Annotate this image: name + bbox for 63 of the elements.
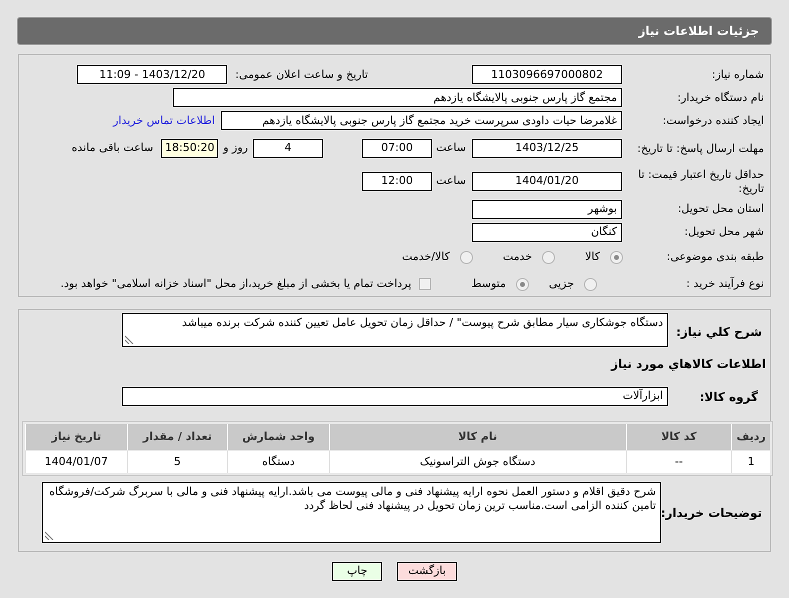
- table-cell: 1: [731, 451, 770, 473]
- field-label: ایجاد کننده درخواست:: [662, 114, 764, 128]
- radio-label: کالا/خدمت: [402, 248, 450, 265]
- resize-grip-icon[interactable]: [125, 335, 134, 344]
- countdown-field: 18:50:20: [161, 139, 218, 158]
- radio-label: کالا: [585, 248, 600, 265]
- field-label: طبقه بندی موضوعی:: [666, 250, 764, 264]
- input-field: ابزارآلات: [122, 387, 668, 406]
- column-header: کد کالا: [626, 424, 732, 450]
- field-label: حداقل تاریخ اعتبار قیمت: تا تاریخ:: [637, 168, 764, 196]
- field-label: مهلت ارسال پاسخ: تا تاریخ:: [636, 142, 764, 156]
- table-cell: --: [626, 451, 732, 473]
- input-field: 4: [253, 139, 323, 158]
- section-label: گروه کالا:: [698, 388, 758, 406]
- section-title: اطلاعات کالاهاي مورد نیاز: [610, 356, 767, 373]
- field-label: تاریخ و ساعت اعلان عمومی:: [235, 68, 368, 81]
- resize-grip-icon[interactable]: [45, 531, 54, 540]
- table-cell: 1404/01/07: [25, 451, 127, 473]
- input-field: 12:00: [362, 172, 432, 191]
- input-field: بوشهر: [472, 200, 622, 219]
- field-label: شماره نیاز:: [710, 68, 764, 82]
- section-label: توضیحات خریدار:: [661, 504, 762, 522]
- column-header: تاریخ نیاز: [25, 424, 127, 450]
- column-header: واحد شمارش: [227, 424, 329, 450]
- input-field: کنگان: [472, 222, 622, 242]
- radio-button[interactable]: [610, 250, 623, 264]
- input-field: غلامرضا حیات داودی سرپرست خرید مجتمع گاز پارس جنوبی پالایشگاه یازدهم: [221, 111, 622, 130]
- radio-label: جزیی: [548, 276, 574, 292]
- field-label: شهر محل تحویل:: [683, 225, 764, 240]
- field-label: روز و: [223, 141, 248, 154]
- input-field: 1103096697000802: [472, 65, 622, 84]
- page-header: جزئیات اطلاعات نیاز: [17, 17, 772, 45]
- input-field: 1404/01/20: [472, 172, 622, 191]
- column-header: تعداد / مقدار: [126, 424, 228, 450]
- field-label: استان محل تحویل:: [676, 202, 764, 216]
- notes-field[interactable]: شرح دقیق اقلام و دستور العمل نحوه ارایه پیشنهاد فنی و مالی پیوست می باشد.ارایه پیشنهاد فنی و مالی با سربرگ شرکت/فروشگاه تامین کننده الزامی است.مناسب ترین زمان تحویل در پیشنهاد فنی لحاظ گردد: [42, 482, 661, 543]
- table-cell: دستگاه: [227, 451, 329, 473]
- field-label: نام دستگاه خریدار:: [676, 90, 764, 105]
- input-field: 1403/12/20 - 11:09: [77, 65, 228, 84]
- column-header: ردیف: [731, 424, 770, 450]
- field-label: ساعت: [436, 141, 466, 154]
- checkbox-label: پرداخت تمام یا بخشی از مبلغ خرید،از محل "اسناد خزانه اسلامی" خواهد بود.: [60, 276, 412, 292]
- radio-button[interactable]: [542, 250, 556, 264]
- section-label: شرح کلي نیاز:: [675, 324, 762, 341]
- radio-label: متوسط: [471, 276, 506, 292]
- radio-label: خدمت: [502, 248, 532, 265]
- radio-button[interactable]: [516, 278, 529, 291]
- field-label: نوع فرآیند خرید :: [685, 277, 764, 292]
- input-field: مجتمع گاز پارس جنوبی پالایشگاه یازدهم: [173, 88, 622, 108]
- radio-button[interactable]: [584, 278, 597, 291]
- input-field: 1403/12/25: [472, 139, 622, 158]
- contact-link[interactable]: اطلاعات تماس خریدار: [113, 112, 215, 130]
- input-field: 07:00: [362, 139, 432, 158]
- print-button[interactable]: چاپ: [332, 562, 382, 581]
- back-button[interactable]: بازگشت: [397, 562, 457, 581]
- field-label: ساعت: [436, 174, 466, 188]
- table-cell: 5: [126, 451, 228, 473]
- table-cell: دستگاه جوش التراسونیک: [328, 451, 626, 473]
- field-label: ساعت باقی مانده: [72, 141, 154, 154]
- checkbox[interactable]: [419, 278, 432, 290]
- description-field[interactable]: دستگاه جوشکاری سیار مطابق شرح پیوست" / حداقل زمان تحویل عامل تعیین کننده شرکت برنده میباشد: [122, 313, 668, 347]
- radio-button[interactable]: [460, 250, 473, 264]
- column-header: نام کالا: [328, 424, 626, 450]
